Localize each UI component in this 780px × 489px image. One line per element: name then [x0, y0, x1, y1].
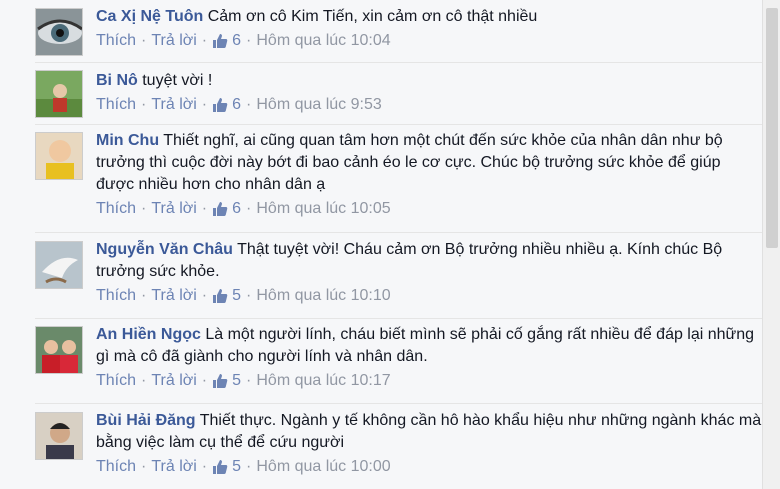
comment-timestamp[interactable]: Hôm qua lúc 10:05	[256, 198, 390, 220]
separator: ·	[201, 458, 208, 475]
comment-body: An Hiền Ngọc Là một người lính, cháu biế…	[96, 324, 762, 392]
like-link[interactable]: Thích	[96, 456, 136, 478]
reply-link[interactable]: Trả lời	[151, 94, 196, 116]
avatar[interactable]	[35, 241, 83, 289]
comment-author[interactable]: Bi Nô	[96, 72, 138, 89]
like-link[interactable]: Thích	[96, 30, 136, 52]
comment-author[interactable]: An Hiền Ngọc	[96, 326, 201, 343]
comment-content: Thiết nghĩ, ai cũng quan tâm hơn một chú…	[96, 132, 723, 193]
thumbs-up-icon	[213, 202, 228, 216]
comment-body: Nguyễn Văn Châu Thật tuyệt vời! Cháu cảm…	[96, 239, 762, 307]
comment-author[interactable]: Bùi Hải Đăng	[96, 412, 196, 429]
separator: ·	[201, 32, 208, 49]
avatar[interactable]	[35, 132, 83, 180]
separator: ·	[201, 372, 208, 389]
comment-text: Ca Xị Nệ Tuôn Cảm ơn cô Kim Tiến, xin cả…	[96, 6, 762, 28]
reply-link[interactable]: Trả lời	[151, 30, 196, 52]
like-count[interactable]: 5	[212, 370, 241, 392]
divider	[35, 232, 762, 233]
comment-content: tuyệt vời !	[142, 72, 213, 89]
like-count-value: 5	[232, 372, 242, 389]
reply-link[interactable]: Trả lời	[151, 285, 196, 307]
separator: ·	[246, 458, 252, 475]
comment-timestamp[interactable]: Hôm qua lúc 10:17	[256, 370, 390, 392]
separator: ·	[141, 372, 147, 389]
separator: ·	[141, 96, 147, 113]
like-link[interactable]: Thích	[96, 285, 136, 307]
separator: ·	[246, 32, 252, 49]
separator: ·	[246, 96, 252, 113]
comment-body: Bi Nô tuyệt vời ! Thích · Trả lời · 6 · …	[96, 70, 762, 116]
comment-text: Nguyễn Văn Châu Thật tuyệt vời! Cháu cảm…	[96, 239, 762, 283]
separator: ·	[141, 458, 147, 475]
separator: ·	[246, 200, 252, 217]
like-count[interactable]: 6	[212, 30, 241, 52]
like-count[interactable]: 5	[212, 456, 241, 478]
divider	[35, 124, 762, 125]
comment-content: Thiết thực. Ngành y tế không cần hô hào …	[96, 412, 762, 451]
comment-actions: Thích · Trả lời · 6 · Hôm qua lúc 10:04	[96, 30, 762, 52]
like-count-value: 6	[232, 200, 242, 217]
like-count-value: 5	[232, 287, 242, 304]
comment-timestamp[interactable]: Hôm qua lúc 10:10	[256, 285, 390, 307]
comment-actions: Thích · Trả lời · 5 · Hôm qua lúc 10:00	[96, 456, 762, 478]
comment-actions: Thích · Trả lời · 6 · Hôm qua lúc 10:05	[96, 198, 762, 220]
like-link[interactable]: Thích	[96, 198, 136, 220]
avatar[interactable]	[35, 412, 83, 460]
like-count-value: 6	[232, 96, 242, 113]
separator: ·	[201, 200, 208, 217]
divider	[35, 318, 762, 319]
comment-author[interactable]: Min Chu	[96, 132, 159, 149]
separator: ·	[141, 200, 147, 217]
comment-body: Ca Xị Nệ Tuôn Cảm ơn cô Kim Tiến, xin cả…	[96, 6, 762, 52]
comment-actions: Thích · Trả lời · 5 · Hôm qua lúc 10:17	[96, 370, 762, 392]
avatar[interactable]	[35, 326, 83, 374]
like-count[interactable]: 6	[212, 198, 241, 220]
comment-author[interactable]: Ca Xị Nệ Tuôn	[96, 8, 203, 25]
scrollbar-thumb[interactable]	[766, 8, 778, 248]
comment-text: Bi Nô tuyệt vời !	[96, 70, 762, 92]
like-count-value: 5	[232, 458, 242, 475]
comment-actions: Thích · Trả lời · 5 · Hôm qua lúc 10:10	[96, 285, 762, 307]
separator: ·	[141, 287, 147, 304]
like-link[interactable]: Thích	[96, 370, 136, 392]
comment-timestamp[interactable]: Hôm qua lúc 10:00	[256, 456, 390, 478]
thumbs-up-icon	[213, 98, 228, 112]
comment-timestamp[interactable]: Hôm qua lúc 10:04	[256, 30, 390, 52]
divider	[35, 403, 762, 404]
thumbs-up-icon	[213, 289, 228, 303]
separator: ·	[201, 96, 208, 113]
reply-link[interactable]: Trả lời	[151, 198, 196, 220]
separator: ·	[246, 287, 252, 304]
reply-link[interactable]: Trả lời	[151, 370, 196, 392]
separator: ·	[201, 287, 208, 304]
scrollbar[interactable]	[762, 0, 780, 489]
comment-actions: Thích · Trả lời · 6 · Hôm qua lúc 9:53	[96, 94, 762, 116]
separator: ·	[246, 372, 252, 389]
avatar[interactable]	[35, 8, 83, 56]
like-count[interactable]: 6	[212, 94, 241, 116]
comment-text: Bùi Hải Đăng Thiết thực. Ngành y tế khôn…	[96, 410, 762, 454]
separator: ·	[141, 32, 147, 49]
like-count-value: 6	[232, 32, 242, 49]
comment-text: An Hiền Ngọc Là một người lính, cháu biế…	[96, 324, 762, 368]
like-count[interactable]: 5	[212, 285, 241, 307]
comment-body: Bùi Hải Đăng Thiết thực. Ngành y tế khôn…	[96, 410, 762, 478]
thumbs-up-icon	[213, 34, 228, 48]
comment-body: Min Chu Thiết nghĩ, ai cũng quan tâm hơn…	[96, 130, 762, 220]
like-link[interactable]: Thích	[96, 94, 136, 116]
thumbs-up-icon	[213, 460, 228, 474]
comment-timestamp[interactable]: Hôm qua lúc 9:53	[256, 94, 381, 116]
divider	[35, 62, 762, 63]
comment-content: Cảm ơn cô Kim Tiến, xin cảm ơn cô thật n…	[207, 8, 538, 25]
comment-text: Min Chu Thiết nghĩ, ai cũng quan tâm hơn…	[96, 130, 762, 196]
comment-author[interactable]: Nguyễn Văn Châu	[96, 241, 233, 258]
avatar[interactable]	[35, 70, 83, 118]
reply-link[interactable]: Trả lời	[151, 456, 196, 478]
thumbs-up-icon	[213, 374, 228, 388]
